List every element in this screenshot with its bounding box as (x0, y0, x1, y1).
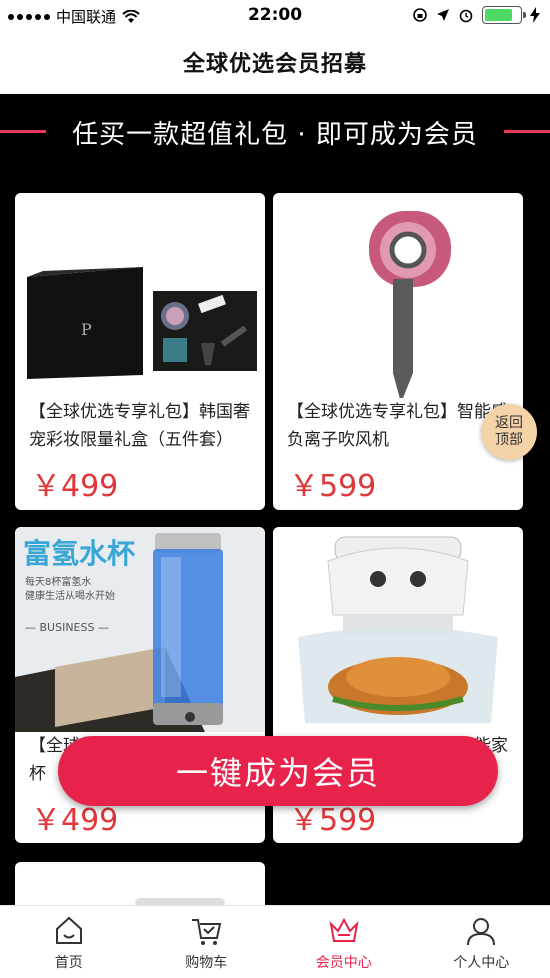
cup-line-2: 健康生活从喝水开始 (25, 589, 115, 602)
tab-profile[interactable]: 个人中心 (413, 906, 550, 978)
become-member-button[interactable]: 一键成为会员 (58, 736, 498, 806)
home-icon (55, 916, 82, 944)
tab-bar: 首页 购物车 会员中心 个人中心 (0, 905, 550, 978)
product-image-makeup-giftbox: P (15, 193, 265, 398)
cup-line-1: 每天8杯富氢水 (25, 575, 91, 588)
tab-member-center[interactable]: 会员中心 (275, 906, 413, 978)
tab-label: 个人中心 (453, 955, 510, 971)
cup-headline: 富氢水杯 (23, 537, 135, 570)
tab-label: 首页 (54, 955, 83, 971)
alarm-icon (459, 9, 473, 23)
tab-cart[interactable]: 购物车 (138, 906, 276, 978)
svg-text:P: P (81, 320, 92, 339)
product-title: 【全球优选专享礼包】韩国奢宠彩妆限量礼盒（五件套） (29, 402, 250, 450)
back-to-top-button[interactable]: 返回 顶部 (481, 404, 537, 460)
cup-line-3: — BUSINESS — (25, 621, 109, 634)
product-image-hydrogen-cup: 富氢水杯 每天8杯富氢水 健康生活从喝水开始 — BUSINESS — (15, 527, 265, 732)
status-right (412, 6, 540, 24)
status-bar: 中国联通 22:00 (0, 0, 550, 30)
back-to-top-line-1: 返回 (495, 415, 523, 431)
product-price: ￥499 (31, 469, 119, 504)
back-to-top-line-2: 顶部 (495, 432, 523, 448)
product-title: 【全球优选专享礼包】智能感负离子吹风机 (287, 402, 508, 450)
banner-decor-line-right (504, 130, 550, 133)
nav-bar: 全球优选会员招募 (0, 30, 550, 94)
tab-home[interactable]: 首页 (0, 906, 138, 978)
product-image-hair-dryer (273, 193, 523, 398)
tab-label: 会员中心 (315, 955, 372, 971)
page-title: 全球优选会员招募 (182, 52, 367, 77)
banner-text: 任买一款超值礼包 · 即可成为会员 (72, 120, 478, 150)
location-icon (437, 9, 449, 21)
product-image-air-fryer (273, 527, 523, 732)
rotation-lock-icon (413, 8, 427, 22)
product-card[interactable]: 【全球优选专享礼包】智能感负离子吹风机 ￥599 (273, 193, 523, 510)
product-price: ￥599 (289, 469, 377, 504)
crown-icon (329, 917, 359, 942)
cart-icon (192, 919, 222, 945)
tab-label: 购物车 (185, 955, 228, 971)
banner-decor-line-left (0, 130, 46, 133)
battery-icon (482, 6, 526, 24)
product-card[interactable]: P 【全球优选专享礼包】韩国奢宠彩妆限量礼盒（五件套） ￥499 (15, 193, 265, 510)
user-icon (467, 918, 496, 946)
promo-banner: 任买一款超值礼包 · 即可成为会员 (0, 94, 550, 178)
charging-icon (530, 7, 540, 23)
